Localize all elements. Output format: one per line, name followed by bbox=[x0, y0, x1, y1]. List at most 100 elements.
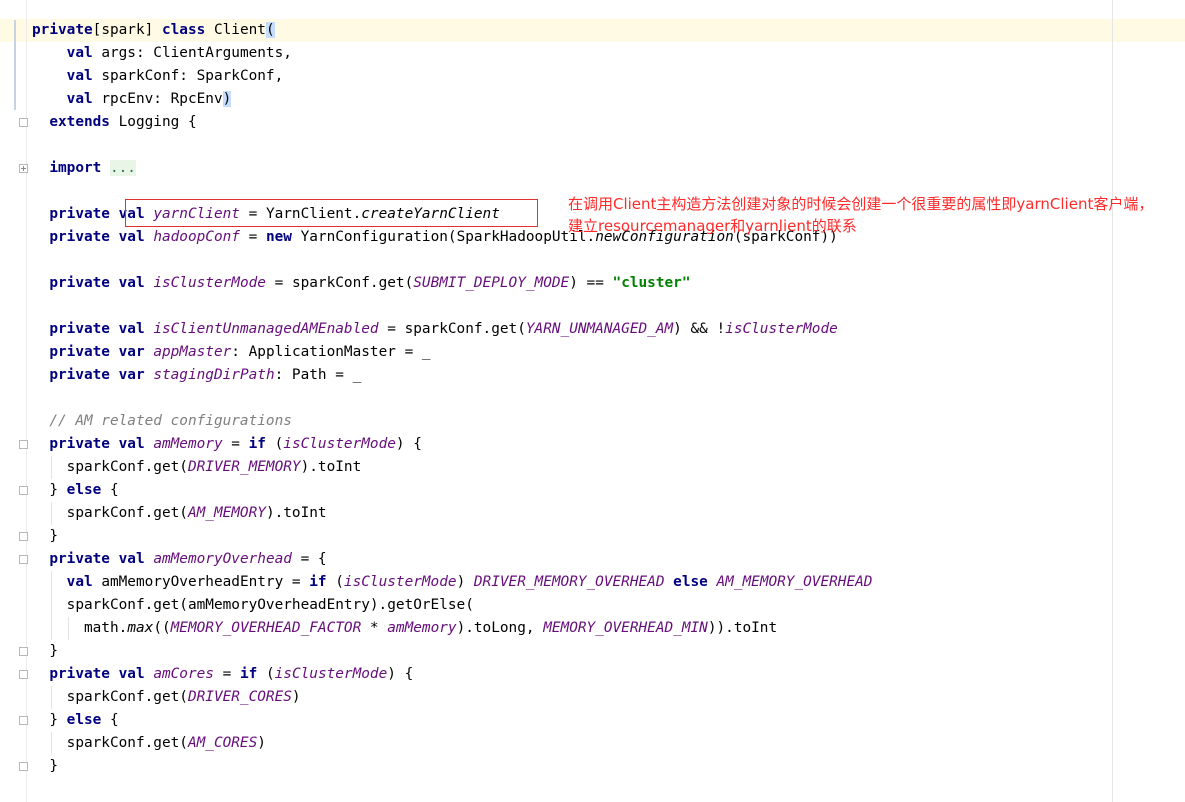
code-token: isClusterMode bbox=[343, 574, 457, 590]
code-token: private val bbox=[49, 229, 145, 245]
code-token: amMemoryOverhead bbox=[153, 551, 292, 567]
code-token: ) bbox=[222, 91, 232, 107]
code-line[interactable]: } else { bbox=[32, 709, 872, 732]
code-token: Logging { bbox=[109, 114, 197, 130]
fold-toggle-icon[interactable] bbox=[19, 670, 28, 679]
code-line[interactable]: private val isClusterMode = sparkConf.ge… bbox=[32, 272, 872, 295]
code-token: { bbox=[101, 482, 119, 498]
code-token: ( bbox=[326, 574, 344, 590]
code-token: ) bbox=[257, 735, 266, 751]
code-line[interactable] bbox=[32, 387, 872, 410]
code-line[interactable] bbox=[32, 249, 872, 272]
code-token: } bbox=[32, 643, 58, 659]
right-margin-guide bbox=[1112, 0, 1113, 802]
fold-toggle-icon[interactable] bbox=[19, 486, 28, 495]
code-line[interactable]: } bbox=[32, 525, 872, 548]
code-line[interactable]: sparkConf.get(DRIVER_CORES) bbox=[32, 686, 872, 709]
code-token: (( bbox=[153, 620, 171, 636]
code-line[interactable]: math.max((MEMORY_OVERHEAD_FACTOR * amMem… bbox=[32, 617, 872, 640]
code-token: MEMORY_OVERHEAD_FACTOR bbox=[170, 620, 362, 636]
code-token: ) == bbox=[569, 275, 613, 291]
code-token: private bbox=[32, 22, 93, 38]
code-token: else bbox=[66, 482, 102, 498]
code-line[interactable]: sparkConf.get(DRIVER_MEMORY).toInt bbox=[32, 456, 872, 479]
code-token: = sparkConf.get( bbox=[265, 275, 414, 291]
fold-toggle-icon[interactable] bbox=[19, 532, 28, 541]
code-line[interactable]: private val amCores = if (isClusterMode)… bbox=[32, 663, 872, 686]
code-token: isClusterMode bbox=[274, 666, 388, 682]
code-line[interactable] bbox=[32, 295, 872, 318]
code-token: } bbox=[32, 712, 67, 728]
code-line[interactable] bbox=[32, 134, 872, 157]
code-token: { bbox=[101, 712, 119, 728]
code-token: amMemory bbox=[153, 436, 223, 452]
fold-toggle-icon[interactable] bbox=[19, 118, 28, 127]
code-line[interactable]: } bbox=[32, 640, 872, 663]
code-line[interactable]: sparkConf.get(AM_CORES) bbox=[32, 732, 872, 755]
code-line[interactable]: private val amMemoryOverhead = { bbox=[32, 548, 872, 571]
code-line[interactable]: private var stagingDirPath: Path = _ bbox=[32, 364, 872, 387]
code-token: [spark] bbox=[92, 22, 162, 38]
code-line[interactable]: private var appMaster: ApplicationMaster… bbox=[32, 341, 872, 364]
code-token: private val bbox=[49, 666, 145, 682]
code-token: val bbox=[66, 68, 93, 84]
fold-toggle-icon[interactable] bbox=[19, 555, 28, 564]
code-line[interactable]: } bbox=[32, 755, 872, 778]
code-token: YARN_UNMANAGED_AM bbox=[525, 321, 674, 337]
fold-toggle-icon[interactable] bbox=[19, 716, 28, 725]
code-token: = bbox=[222, 436, 249, 452]
code-line[interactable]: sparkConf.get(amMemoryOverheadEntry).get… bbox=[32, 594, 872, 617]
code-token: ) { bbox=[387, 666, 414, 682]
code-token: } bbox=[32, 528, 58, 544]
annotation-highlight-box bbox=[125, 199, 538, 227]
code-token: YarnConfiguration(SparkHadoopUtil. bbox=[291, 229, 596, 245]
code-token: isClusterMode bbox=[725, 321, 838, 337]
code-line[interactable]: sparkConf.get(AM_MEMORY).toInt bbox=[32, 502, 872, 525]
fold-toggle-icon[interactable] bbox=[19, 440, 28, 449]
code-token: val bbox=[66, 45, 93, 61]
code-line[interactable]: } else { bbox=[32, 479, 872, 502]
code-line[interactable]: val sparkConf: SparkConf, bbox=[32, 65, 872, 88]
code-token: private val bbox=[49, 436, 145, 452]
fold-toggle-icon[interactable] bbox=[19, 762, 28, 771]
code-editor[interactable]: private[spark] class Client( val args: C… bbox=[32, 19, 872, 778]
code-line[interactable]: val rpcEnv: RpcEnv) bbox=[32, 88, 872, 111]
code-token: = bbox=[213, 666, 240, 682]
vcs-change-marker[interactable] bbox=[14, 20, 16, 110]
code-token: val bbox=[66, 574, 93, 590]
code-line[interactable]: private val isClientUnmanagedAMEnabled =… bbox=[32, 318, 872, 341]
code-token: rpcEnv: RpcEnv bbox=[92, 91, 223, 107]
code-line[interactable]: val args: ClientArguments, bbox=[32, 42, 872, 65]
code-token: AM_CORES bbox=[187, 735, 258, 751]
code-line[interactable]: private[spark] class Client( bbox=[32, 19, 872, 42]
code-token: = sparkConf.get( bbox=[378, 321, 526, 337]
code-token: isClusterMode bbox=[283, 436, 396, 452]
fold-toggle-icon[interactable] bbox=[19, 164, 28, 173]
folded-imports-placeholder[interactable]: ... bbox=[109, 160, 136, 176]
code-line[interactable]: import ... bbox=[32, 157, 872, 180]
code-token: ) && ! bbox=[673, 321, 726, 337]
code-token: sparkConf: SparkConf, bbox=[92, 68, 284, 84]
code-token: ) bbox=[456, 574, 474, 590]
code-token: private val bbox=[49, 551, 145, 567]
fold-toggle-icon[interactable] bbox=[19, 647, 28, 656]
code-token: isClusterMode bbox=[153, 275, 266, 291]
code-token: * bbox=[361, 620, 388, 636]
code-token: : ApplicationMaster = _ bbox=[231, 344, 431, 360]
code-line[interactable]: extends Logging { bbox=[32, 111, 872, 134]
code-line[interactable]: val amMemoryOverheadEntry = if (isCluste… bbox=[32, 571, 873, 594]
code-line[interactable]: // AM related configurations bbox=[32, 410, 872, 433]
code-token: val bbox=[66, 91, 93, 107]
code-token: if bbox=[239, 666, 258, 682]
code-token: amMemoryOverheadEntry = bbox=[92, 574, 310, 590]
code-token: : Path = _ bbox=[274, 367, 362, 383]
code-token: MEMORY_OVERHEAD_MIN bbox=[543, 620, 708, 636]
code-line[interactable]: private val amMemory = if (isClusterMode… bbox=[32, 433, 872, 456]
